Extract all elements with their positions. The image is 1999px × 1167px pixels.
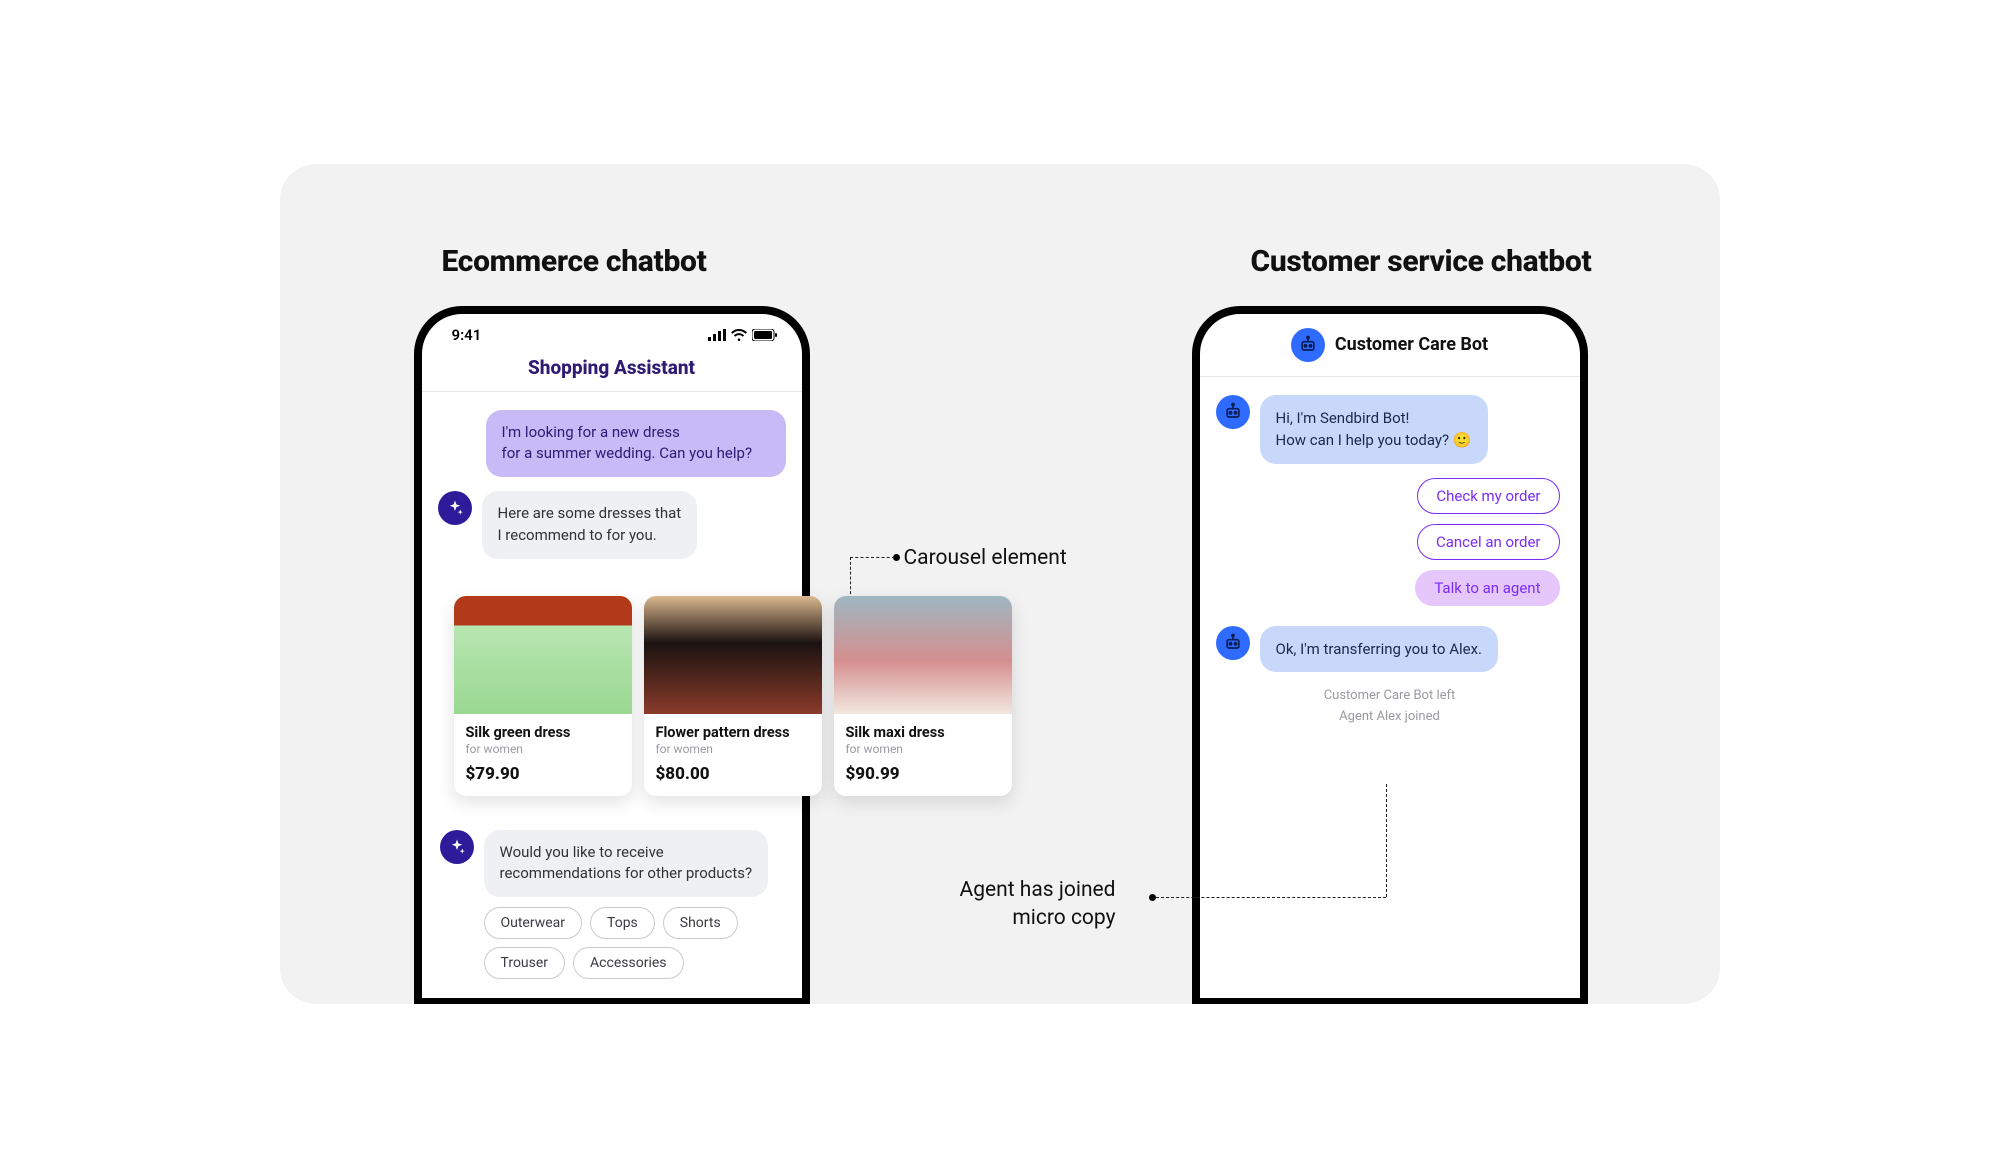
product-card[interactable]: Silk green dress for women $79.90 — [454, 596, 632, 796]
product-card-body: Silk green dress for women $79.90 — [454, 714, 632, 796]
annotation-connector — [1386, 784, 1387, 897]
user-message-line: for a summer wedding. Can you help? — [502, 444, 753, 462]
bot-message: Hi, I'm Sendbird Bot! How can I help you… — [1260, 395, 1488, 464]
robot-icon — [1223, 402, 1243, 422]
bot-message-line: I recommend to for you. — [498, 526, 657, 544]
product-card-body: Flower pattern dress for women $80.00 — [644, 714, 822, 796]
bot-message-line: Hi, I'm Sendbird Bot! — [1276, 409, 1410, 427]
bot-message-row: Here are some dresses that I recommend t… — [438, 491, 786, 559]
bot-message-line: Here are some dresses that — [498, 504, 682, 522]
chip-tops[interactable]: Tops — [590, 907, 655, 939]
quick-reply-cancel-order[interactable]: Cancel an order — [1417, 524, 1560, 560]
product-card[interactable]: Silk maxi dress for women $90.99 — [834, 596, 1012, 796]
suggestion-chips: Outerwear Tops Shorts Trouser Accessorie… — [484, 907, 800, 979]
followup-block: Would you like to receive recommendation… — [440, 830, 800, 980]
bot-message-line: Would you like to receive — [500, 843, 664, 861]
cs-chat-body: Hi, I'm Sendbird Bot! How can I help you… — [1200, 377, 1580, 728]
canvas-panel: Ecommerce chatbot Customer service chatb… — [280, 164, 1720, 1004]
annotation-dot — [1149, 894, 1156, 901]
sparkle-icon — [448, 838, 466, 856]
bot-avatar — [1216, 626, 1250, 660]
chip-shorts[interactable]: Shorts — [663, 907, 738, 939]
status-icons — [708, 329, 778, 341]
system-left-message: Customer Care Bot left — [1216, 686, 1564, 707]
product-subtitle: for women — [846, 742, 1000, 756]
chip-accessories[interactable]: Accessories — [573, 947, 683, 979]
bot-message: Here are some dresses that I recommend t… — [482, 491, 698, 559]
product-title: Flower pattern dress — [656, 724, 810, 741]
battery-icon — [752, 329, 778, 341]
quick-reply-talk-agent[interactable]: Talk to an agent — [1415, 570, 1559, 606]
system-messages: Customer Care Bot left Agent Alex joined — [1216, 686, 1564, 728]
user-message: I'm looking for a new dress for a summer… — [486, 410, 786, 478]
cs-header: Customer Care Bot — [1200, 314, 1580, 377]
product-title: Silk maxi dress — [846, 724, 1000, 741]
robot-icon — [1298, 335, 1318, 355]
annotation-connector — [850, 557, 851, 599]
sparkle-avatar — [438, 491, 472, 525]
annotation-connector — [1156, 897, 1386, 898]
system-joined-message: Agent Alex joined — [1216, 707, 1564, 728]
bot-message-row: Would you like to receive recommendation… — [440, 830, 800, 898]
product-price: $90.99 — [846, 764, 1000, 784]
product-card-body: Silk maxi dress for women $90.99 — [834, 714, 1012, 796]
product-price: $79.90 — [466, 764, 620, 784]
product-price: $80.00 — [656, 764, 810, 784]
bot-message: Would you like to receive recommendation… — [484, 830, 769, 898]
product-image — [834, 596, 1012, 714]
product-carousel[interactable]: Silk green dress for women $79.90 Flower… — [454, 596, 1012, 796]
product-card[interactable]: Flower pattern dress for women $80.00 — [644, 596, 822, 796]
chip-outerwear[interactable]: Outerwear — [484, 907, 583, 939]
bot-message-line: How can I help you today? 🙂 — [1276, 431, 1472, 449]
cs-title: Customer Care Bot — [1335, 334, 1488, 355]
sparkle-icon — [446, 499, 464, 517]
section-title-ecommerce: Ecommerce chatbot — [442, 244, 707, 279]
wifi-icon — [731, 329, 747, 341]
app-title: Shopping Assistant — [528, 356, 695, 379]
annotation-connector — [850, 557, 895, 558]
bot-message-line: recommendations for other products? — [500, 864, 753, 882]
product-title: Silk green dress — [466, 724, 620, 741]
bot-message-row: Ok, I'm transferring you to Alex. — [1216, 626, 1564, 673]
product-image — [454, 596, 632, 714]
annotation-micro-line: micro copy — [960, 904, 1116, 932]
product-subtitle: for women — [466, 742, 620, 756]
chat-body: I'm looking for a new dress for a summer… — [422, 392, 802, 559]
user-message-line: I'm looking for a new dress — [502, 423, 680, 441]
sparkle-avatar — [440, 830, 474, 864]
annotation-micro-line: Agent has joined — [960, 876, 1116, 904]
quick-replies: Check my order Cancel an order Talk to a… — [1216, 478, 1560, 606]
chip-trouser[interactable]: Trouser — [484, 947, 566, 979]
status-bar: 9:41 — [422, 314, 802, 348]
section-title-customer-service: Customer service chatbot — [1251, 244, 1592, 279]
bot-avatar — [1291, 328, 1325, 362]
bot-message-row: Hi, I'm Sendbird Bot! How can I help you… — [1216, 395, 1564, 464]
annotation-carousel: Carousel element — [904, 544, 1067, 572]
quick-reply-check-order[interactable]: Check my order — [1417, 478, 1559, 514]
bot-message: Ok, I'm transferring you to Alex. — [1260, 626, 1499, 673]
signal-icon — [708, 329, 726, 341]
product-image — [644, 596, 822, 714]
bot-avatar — [1216, 395, 1250, 429]
annotation-micro-copy: Agent has joined micro copy — [960, 876, 1116, 933]
product-subtitle: for women — [656, 742, 810, 756]
app-header: Shopping Assistant — [422, 348, 802, 392]
phone-customer-service: Customer Care Bot Hi, I'm Sendbird Bot! … — [1192, 306, 1588, 1004]
status-time: 9:41 — [452, 326, 482, 344]
robot-icon — [1223, 633, 1243, 653]
